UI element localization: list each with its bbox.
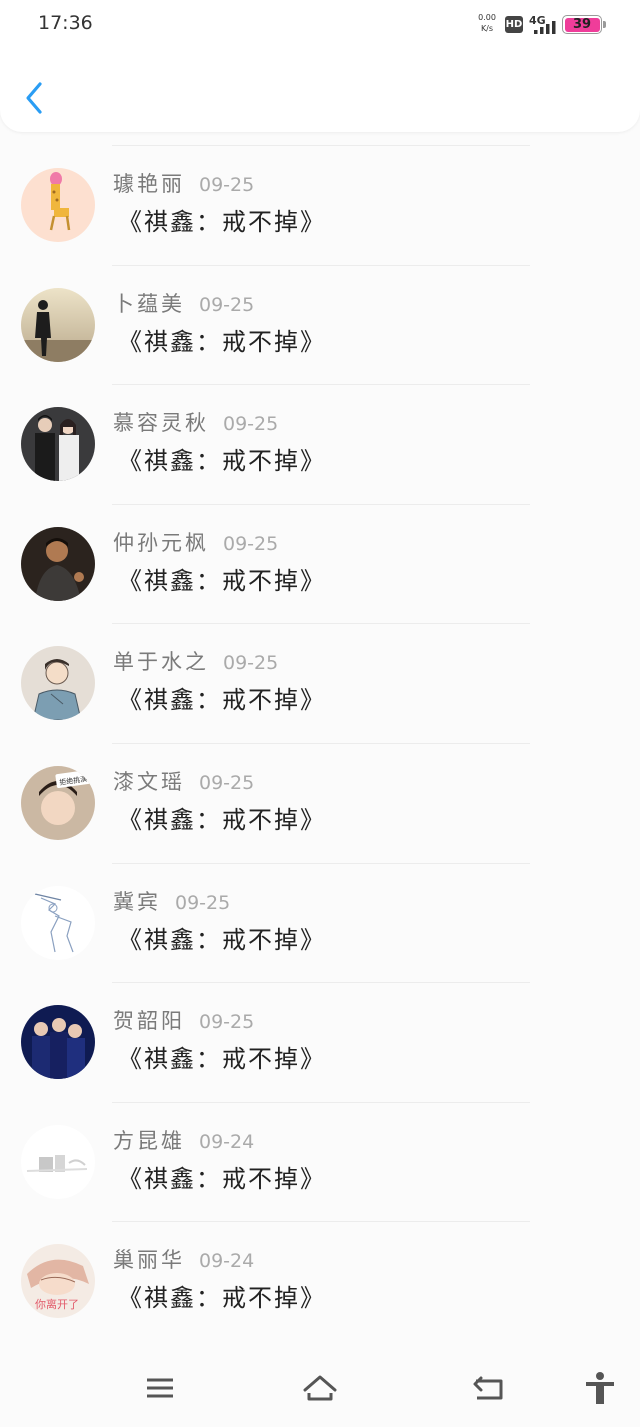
menu-button[interactable] — [140, 1370, 180, 1406]
accessibility-icon — [586, 1372, 614, 1404]
list-item[interactable]: 璩艳丽 09-25 《祺鑫：戒不掉》 — [0, 145, 640, 265]
home-button[interactable] — [300, 1370, 340, 1406]
user-name: 单于水之 — [113, 650, 209, 675]
avatar[interactable] — [21, 646, 95, 721]
avatar[interactable]: 拒绝挑演 — [21, 765, 95, 840]
item-meta: 巢丽华 09-24 — [113, 1247, 254, 1274]
item-title: 《祺鑫：戒不掉》 — [118, 1284, 326, 1313]
avatar[interactable] — [21, 885, 95, 960]
user-name: 方昆雄 — [113, 1128, 185, 1153]
item-meta: 卜蕴美 09-25 — [113, 291, 254, 318]
list-item[interactable]: 冀宾 09-25 《祺鑫：戒不掉》 — [0, 862, 640, 983]
list-item[interactable]: 贺韶阳 09-25 《祺鑫：戒不掉》 — [0, 982, 640, 1102]
avatar[interactable] — [21, 1005, 95, 1080]
status-bar: 17:36 0.00 K/s HD 4G 39 — [0, 0, 640, 50]
user-name: 卜蕴美 — [113, 291, 185, 316]
hd-icon: HD — [505, 16, 523, 33]
menu-icon — [147, 1378, 173, 1398]
back-nav-button[interactable] — [469, 1370, 509, 1406]
user-name: 巢丽华 — [113, 1248, 185, 1273]
user-name: 璩艳丽 — [113, 172, 185, 196]
post-date: 09-24 — [199, 1250, 255, 1273]
post-date: 09-25 — [223, 532, 279, 555]
item-title: 《祺鑫：戒不掉》 — [118, 566, 326, 595]
return-icon — [473, 1376, 503, 1400]
user-name: 漆文瑶 — [113, 769, 185, 794]
network-speed: 0.00 K/s — [474, 12, 500, 34]
avatar[interactable] — [21, 1124, 95, 1199]
item-title: 《祺鑫：戒不掉》 — [118, 327, 326, 356]
home-icon — [303, 1375, 337, 1401]
post-date: 09-25 — [199, 293, 255, 316]
item-title: 《祺鑫：戒不掉》 — [118, 805, 326, 834]
item-title: 《祺鑫：戒不掉》 — [118, 447, 326, 476]
post-date: 09-25 — [223, 652, 279, 675]
feed-list: 璩艳丽 09-25 《祺鑫：戒不掉》 卜蕴美 09-25 《祺鑫：戒不掉》 慕容… — [0, 145, 640, 1341]
network-speed-unit: K/s — [480, 24, 494, 33]
item-title: 《祺鑫：戒不掉》 — [118, 1164, 326, 1193]
item-meta: 贺韶阳 09-25 — [113, 1008, 254, 1035]
signal-icon — [534, 21, 556, 34]
user-name: 仲孙元枫 — [113, 530, 209, 555]
back-button[interactable] — [20, 78, 50, 118]
item-meta: 璩艳丽 09-25 — [113, 171, 254, 198]
list-item[interactable]: 方昆雄 09-24 《祺鑫：戒不掉》 — [0, 1101, 640, 1222]
item-meta: 冀宾 09-25 — [113, 889, 230, 916]
user-name: 慕容灵秋 — [113, 411, 209, 436]
item-title: 《祺鑫：戒不掉》 — [118, 925, 326, 954]
network-speed-value: 0.00 — [478, 13, 496, 22]
avatar[interactable] — [21, 407, 95, 482]
post-date: 09-25 — [199, 174, 255, 196]
post-date: 09-25 — [223, 413, 279, 436]
list-item[interactable]: 慕容灵秋 09-25 《祺鑫：戒不掉》 — [0, 384, 640, 504]
battery-icon: 39 — [562, 15, 602, 34]
avatar[interactable] — [21, 526, 95, 601]
battery-level: 39 — [564, 17, 600, 32]
system-nav-bar — [0, 1358, 640, 1427]
avatar[interactable]: 你离开了 — [21, 1244, 95, 1319]
list-item[interactable]: 拒绝挑演 漆文瑶 09-25 《祺鑫：戒不掉》 — [0, 742, 640, 863]
post-date: 09-25 — [199, 1011, 255, 1034]
item-meta: 仲孙元枫 09-25 — [113, 530, 278, 557]
list-item[interactable]: 单于水之 09-25 《祺鑫：戒不掉》 — [0, 623, 640, 743]
item-title: 《祺鑫：戒不掉》 — [118, 686, 326, 715]
status-time: 17:36 — [38, 12, 93, 34]
item-meta: 漆文瑶 09-25 — [113, 769, 254, 796]
item-title: 《祺鑫：戒不掉》 — [118, 208, 326, 236]
item-meta: 慕容灵秋 09-25 — [113, 410, 278, 437]
avatar[interactable] — [21, 168, 95, 242]
post-date: 09-24 — [199, 1130, 255, 1153]
header: 17:36 0.00 K/s HD 4G 39 — [0, 0, 640, 132]
avatar[interactable] — [21, 287, 95, 362]
item-meta: 方昆雄 09-24 — [113, 1128, 254, 1155]
chevron-left-icon — [26, 82, 42, 114]
item-title: 《祺鑫：戒不掉》 — [118, 1045, 326, 1074]
post-date: 09-25 — [199, 771, 255, 794]
list-item[interactable]: 你离开了 巢丽华 09-24 《祺鑫：戒不掉》 — [0, 1221, 640, 1341]
user-name: 贺韶阳 — [113, 1009, 185, 1034]
post-date: 09-25 — [175, 891, 231, 914]
user-name: 冀宾 — [113, 889, 161, 914]
battery-cap — [603, 21, 606, 28]
list-item[interactable]: 仲孙元枫 09-25 《祺鑫：戒不掉》 — [0, 503, 640, 624]
item-meta: 单于水之 09-25 — [113, 649, 278, 676]
list-item[interactable]: 卜蕴美 09-25 《祺鑫：戒不掉》 — [0, 264, 640, 385]
avatar-caption-text: 你离开了 — [35, 1297, 79, 1311]
accessibility-button[interactable] — [580, 1370, 620, 1406]
